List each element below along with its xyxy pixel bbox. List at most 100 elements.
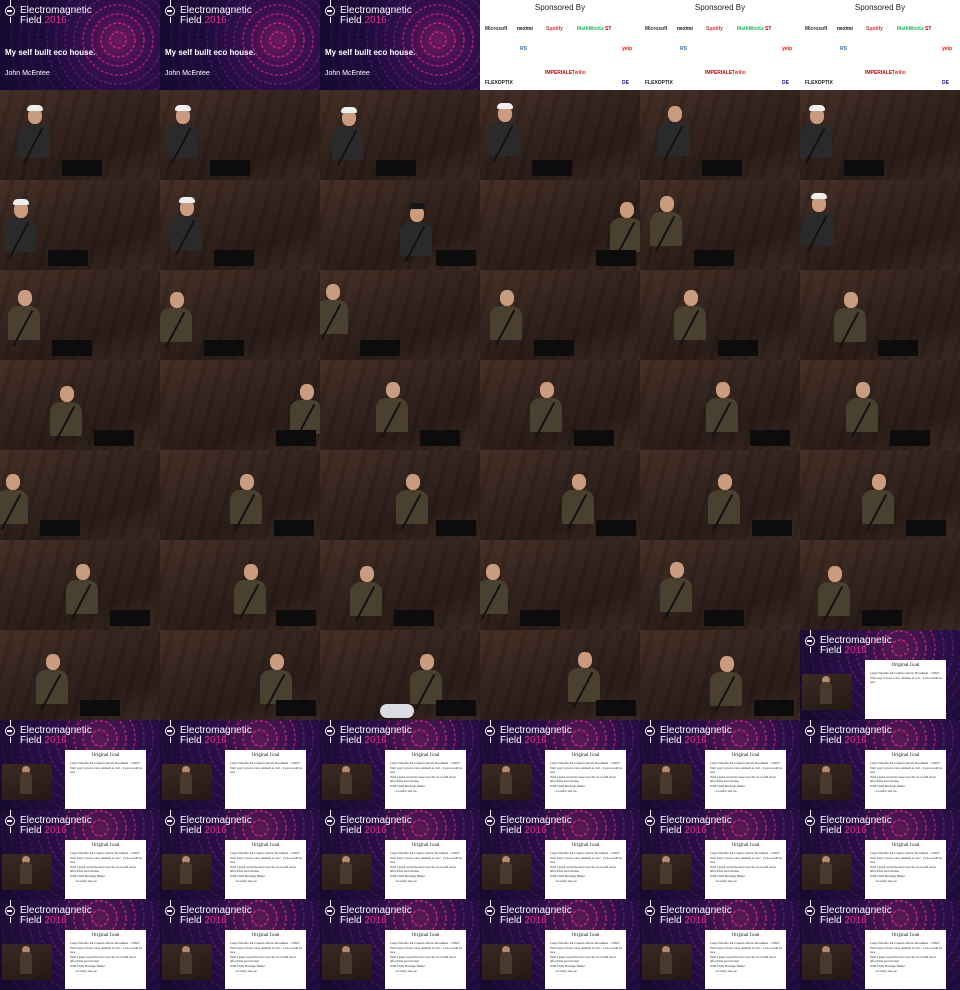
lectern-laptop xyxy=(754,700,794,716)
logo-line-bottom xyxy=(330,17,331,23)
event-year: 2016 xyxy=(204,735,227,746)
logo-line-bottom xyxy=(490,737,491,743)
speaker-head xyxy=(170,292,184,308)
slide-bullet: Well easy to have a few animals to roll … xyxy=(870,766,943,774)
logo-line-top xyxy=(170,720,171,726)
speaker-torso xyxy=(500,862,512,884)
event-name-line2: Field xyxy=(20,825,42,836)
ring-mark xyxy=(731,909,749,927)
sponsor-logo: nexmo xyxy=(677,26,694,32)
slide-bullet: – Is easily site too xyxy=(74,969,98,973)
presentation-slide: Original Goal Large Variable Air Capture … xyxy=(865,660,946,719)
logo-line-bottom xyxy=(810,647,811,653)
speaker-stage-frame xyxy=(800,360,960,450)
speaker-head xyxy=(244,564,258,580)
slide-bullet: Well easy to have a few animals to roll … xyxy=(230,946,303,954)
slide-bullet: – Is easily site too xyxy=(714,879,738,883)
ring-mark xyxy=(891,639,909,657)
presentation-slide: Original Goal Large Variable Air Capture … xyxy=(705,840,786,899)
slide-bullet: Well easy to have a few animals to roll … xyxy=(550,946,623,954)
lectern-laptop xyxy=(596,520,636,536)
logo-line-bottom xyxy=(170,917,171,923)
emf-logo-icon xyxy=(645,816,655,826)
event-name-line2: Field xyxy=(820,735,842,746)
speaker-stage-frame xyxy=(800,450,960,540)
speaker-inset-video xyxy=(162,944,212,980)
baseball-cap xyxy=(27,105,43,111)
sponsor-logo: MathWorks xyxy=(577,26,604,32)
ring-mark xyxy=(411,729,429,747)
sponsor-logo: IMPERIALE xyxy=(865,70,893,76)
slide-bullet: – Is easily site too xyxy=(394,879,418,883)
speaker-stage-frame xyxy=(0,450,160,540)
speaker-inset-video xyxy=(2,764,52,800)
talk-title: My self built eco house. xyxy=(325,48,416,57)
slide-bullet: – Is easily site too xyxy=(554,789,578,793)
emf-logo-icon xyxy=(165,6,175,16)
emf-logo-icon xyxy=(165,816,175,826)
lectern-laptop xyxy=(878,340,918,356)
speaker-head xyxy=(872,474,886,490)
lectern-laptop xyxy=(750,430,790,446)
logo-line-bottom xyxy=(490,827,491,833)
logo-line-bottom xyxy=(170,737,171,743)
sponsor-logo: RS xyxy=(680,46,687,52)
emf-logo-icon xyxy=(325,906,335,916)
event-name: Electromagnetic Field 2016 xyxy=(660,816,732,836)
slide-bullet: With Chief Heritage Maker xyxy=(550,874,586,878)
event-name-line2: Field xyxy=(340,825,362,836)
slide-bullet: Well easy to have a few animals to roll … xyxy=(550,856,623,864)
presentation-slide: Original Goal Large Variable Air Capture … xyxy=(545,840,626,899)
logo-line-top xyxy=(810,630,811,636)
sponsor-logo: FLEXOPTIX xyxy=(645,80,673,86)
sponsor-heading: Sponsored By xyxy=(854,3,906,12)
speaker-inset-video xyxy=(2,944,52,980)
speaker-inset-video xyxy=(802,944,852,980)
event-year: 2016 xyxy=(844,735,867,746)
speaker-stage-frame xyxy=(160,360,320,450)
speaker-stage-frame xyxy=(480,450,640,540)
logo-line-top xyxy=(170,810,171,816)
slide-bullet: Well easy to have a few animals to roll … xyxy=(230,766,303,774)
slide-bullet: – Is easily site too xyxy=(554,969,578,973)
lectern-laptop xyxy=(48,250,88,266)
speaker-stage-frame xyxy=(320,360,480,450)
slide-bullet: – Is easily site too xyxy=(394,969,418,973)
ring-mark xyxy=(251,909,269,927)
event-year: 2016 xyxy=(844,645,867,656)
speaker-head xyxy=(240,474,254,490)
slide-frame: Electromagnetic Field 2016 Original Goal La… xyxy=(0,720,160,810)
lectern-laptop xyxy=(752,520,792,536)
slide-frame: Electromagnetic Field 2016 Original Goal La… xyxy=(0,900,160,990)
slide-bullet: – Is easily site too xyxy=(234,879,258,883)
lectern-laptop xyxy=(702,160,742,176)
slide-bullet: Large Variable Air Capture and air Docum… xyxy=(230,851,300,855)
presentation-slide: Original Goal Large Variable Air Capture … xyxy=(705,750,786,809)
sponsor-logo: Spotify xyxy=(866,26,883,32)
slide-bullet-list: Large Variable Air Capture and air Docum… xyxy=(230,851,304,884)
lectern-laptop xyxy=(274,520,314,536)
logo-line-bottom xyxy=(330,827,331,833)
slide-bullet-list: Large Variable Air Capture and air Docum… xyxy=(230,761,304,775)
sponsor-card-frame: Sponsored By Microsoft nexmo Spotify MathWor… xyxy=(480,0,640,90)
event-name-line2: Field xyxy=(660,735,682,746)
logo-line-bottom xyxy=(490,917,491,923)
sponsor-logo: Microsoft xyxy=(485,26,508,32)
logo-line-top xyxy=(490,900,491,906)
slide-frame: Electromagnetic Field 2016 Original Goal La… xyxy=(640,720,800,810)
emf-logo-icon xyxy=(165,726,175,736)
slide-bullet: Well I guess would be less easy the we w… xyxy=(390,775,457,783)
sponsor-logo: Twilio xyxy=(572,70,586,76)
slide-bullet-list: Large Variable Air Capture and air Docum… xyxy=(70,761,144,775)
lectern-laptop xyxy=(574,430,614,446)
event-name-line2: Field xyxy=(500,915,522,926)
slide-bullet: With Chief Heritage Maker xyxy=(870,874,906,878)
ring-mark xyxy=(571,909,589,927)
ring-mark xyxy=(402,4,474,76)
slide-bullet: Large Variable Air Capture and air Docum… xyxy=(390,851,460,855)
slide-bullet: With Chief Heritage Maker xyxy=(550,784,586,788)
slide-bullet: Large Variable Air Capture and air Docum… xyxy=(550,941,620,945)
lectern-laptop xyxy=(276,430,316,446)
speaker-torso xyxy=(340,862,352,884)
emf-logo-icon xyxy=(165,906,175,916)
